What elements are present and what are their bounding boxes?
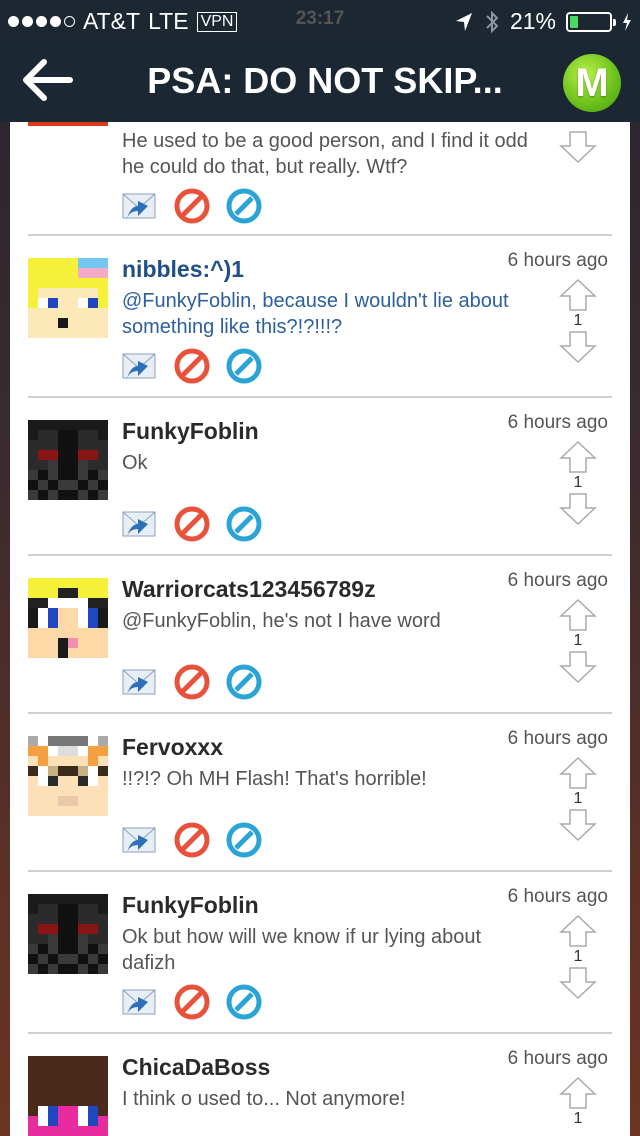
comment-actions <box>122 664 262 700</box>
avatar[interactable] <box>28 420 108 500</box>
vote-control: 1 <box>558 278 598 364</box>
comment-item-partial: He used to be a good person, and I find … <box>10 122 630 234</box>
vote-control: 1 <box>558 1076 598 1128</box>
upvote-arrow-icon[interactable] <box>558 1076 598 1110</box>
page-title: PSA: DO NOT SKIP... <box>147 60 503 101</box>
block-icon[interactable] <box>174 664 210 700</box>
report-icon[interactable] <box>226 348 262 384</box>
avatar[interactable] <box>28 1056 108 1136</box>
report-icon[interactable] <box>226 822 262 858</box>
comment-timestamp: 6 hours ago <box>507 412 608 433</box>
battery-percent: 21% <box>509 8 556 34</box>
vote-control: 1 <box>558 756 598 842</box>
vote-control <box>558 130 598 164</box>
vote-count: 1 <box>573 312 583 329</box>
comment-divider <box>28 712 612 714</box>
block-icon[interactable] <box>174 188 210 224</box>
vote-control: 1 <box>558 440 598 526</box>
upvote-arrow-icon[interactable] <box>558 598 598 632</box>
charging-bolt-icon <box>623 12 631 31</box>
location-arrow-icon <box>455 12 472 31</box>
vote-count: 1 <box>573 632 583 649</box>
downvote-arrow-icon[interactable] <box>558 808 598 842</box>
comment-divider <box>28 554 612 556</box>
report-icon[interactable] <box>226 984 262 1020</box>
comment-actions <box>122 822 262 858</box>
comment-username[interactable]: FunkyFoblin <box>122 418 259 445</box>
comment-text: !!?!? Oh MH Flash! That's horrible! <box>122 768 427 790</box>
comment-actions <box>122 984 262 1020</box>
comment-item: FunkyFoblin 6 hours ago Ok 1 <box>10 396 630 554</box>
vote-control: 1 <box>558 598 598 684</box>
downvote-arrow-icon[interactable] <box>558 492 598 526</box>
upvote-arrow-icon[interactable] <box>558 278 598 312</box>
reply-envelope-icon[interactable] <box>122 984 158 1020</box>
comment-divider <box>28 234 612 236</box>
comment-actions <box>122 348 262 384</box>
comment-item: ChicaDaBoss 6 hours ago I think o used to.… <box>10 1032 630 1136</box>
avatar[interactable] <box>28 894 108 974</box>
block-icon[interactable] <box>174 822 210 858</box>
back-arrow-icon[interactable] <box>22 58 74 102</box>
comment-username[interactable]: FunkyFoblin <box>122 892 259 919</box>
comment-text: I think o used to... Not anymore! <box>122 1088 406 1110</box>
comment-timestamp: 6 hours ago <box>507 250 608 271</box>
reply-envelope-icon[interactable] <box>122 188 158 224</box>
block-icon[interactable] <box>174 506 210 542</box>
bluetooth-icon <box>486 10 499 33</box>
comment-timestamp: 6 hours ago <box>507 570 608 591</box>
comment-text: He used to be a good person, and I find … <box>122 130 528 178</box>
comment-divider <box>28 1032 612 1034</box>
downvote-arrow-icon[interactable] <box>558 650 598 684</box>
app-logo-button[interactable]: M <box>563 54 621 112</box>
comment-item: nibbles:^)1 6 hours ago @FunkyFoblin, beca… <box>10 234 630 396</box>
comment-timestamp: 6 hours ago <box>507 728 608 749</box>
comment-username[interactable]: Warriorcats123456789z <box>122 576 376 603</box>
reply-envelope-icon[interactable] <box>122 506 158 542</box>
comment-text: @FunkyFoblin, because I wouldn't lie abo… <box>122 290 509 338</box>
downvote-arrow-icon[interactable] <box>558 330 598 364</box>
vote-control: 1 <box>558 914 598 1000</box>
comment-username[interactable]: ChicaDaBoss <box>122 1054 270 1081</box>
block-icon[interactable] <box>174 348 210 384</box>
comment-item: Fervoxxx 6 hours ago !!?!? Oh MH Flash! Th… <box>10 712 630 870</box>
comment-username[interactable]: Fervoxxx <box>122 734 223 761</box>
status-bar: AT&T LTE VPN 23:17 21% <box>0 0 640 40</box>
reply-envelope-icon[interactable] <box>122 348 158 384</box>
block-icon[interactable] <box>174 984 210 1020</box>
vote-count: 1 <box>573 1110 583 1127</box>
comment-divider <box>28 870 612 872</box>
comment-actions <box>122 506 262 542</box>
upvote-arrow-icon[interactable] <box>558 440 598 474</box>
vote-count: 1 <box>573 790 583 807</box>
reply-envelope-icon[interactable] <box>122 822 158 858</box>
avatar-partial <box>28 122 108 126</box>
comment-item: Warriorcats123456789z 6 hours ago @FunkyFo… <box>10 554 630 712</box>
comment-item: FunkyFoblin 6 hours ago Ok but how will we… <box>10 870 630 1032</box>
vote-count: 1 <box>573 948 583 965</box>
comment-text: Ok but how will we know if ur lying abou… <box>122 926 482 974</box>
comment-username[interactable]: nibbles:^)1 <box>122 256 244 283</box>
upvote-arrow-icon[interactable] <box>558 914 598 948</box>
battery-icon <box>566 11 616 32</box>
reply-envelope-icon[interactable] <box>122 664 158 700</box>
comment-timestamp: 6 hours ago <box>507 1048 608 1069</box>
nav-bar: PSA: DO NOT SKIP... M <box>0 40 640 122</box>
avatar[interactable] <box>28 578 108 658</box>
comment-actions <box>122 188 262 224</box>
downvote-arrow-icon[interactable] <box>558 130 598 164</box>
avatar[interactable] <box>28 736 108 816</box>
comment-divider <box>28 396 612 398</box>
comment-text: Ok <box>122 452 148 474</box>
report-icon[interactable] <box>226 188 262 224</box>
upvote-arrow-icon[interactable] <box>558 756 598 790</box>
comment-text: @FunkyFoblin, he's not I have word <box>122 610 441 632</box>
vote-count: 1 <box>573 474 583 491</box>
report-icon[interactable] <box>226 664 262 700</box>
avatar[interactable] <box>28 258 108 338</box>
report-icon[interactable] <box>226 506 262 542</box>
comment-feed: He used to be a good person, and I find … <box>10 122 630 1136</box>
comment-timestamp: 6 hours ago <box>507 886 608 907</box>
downvote-arrow-icon[interactable] <box>558 966 598 1000</box>
